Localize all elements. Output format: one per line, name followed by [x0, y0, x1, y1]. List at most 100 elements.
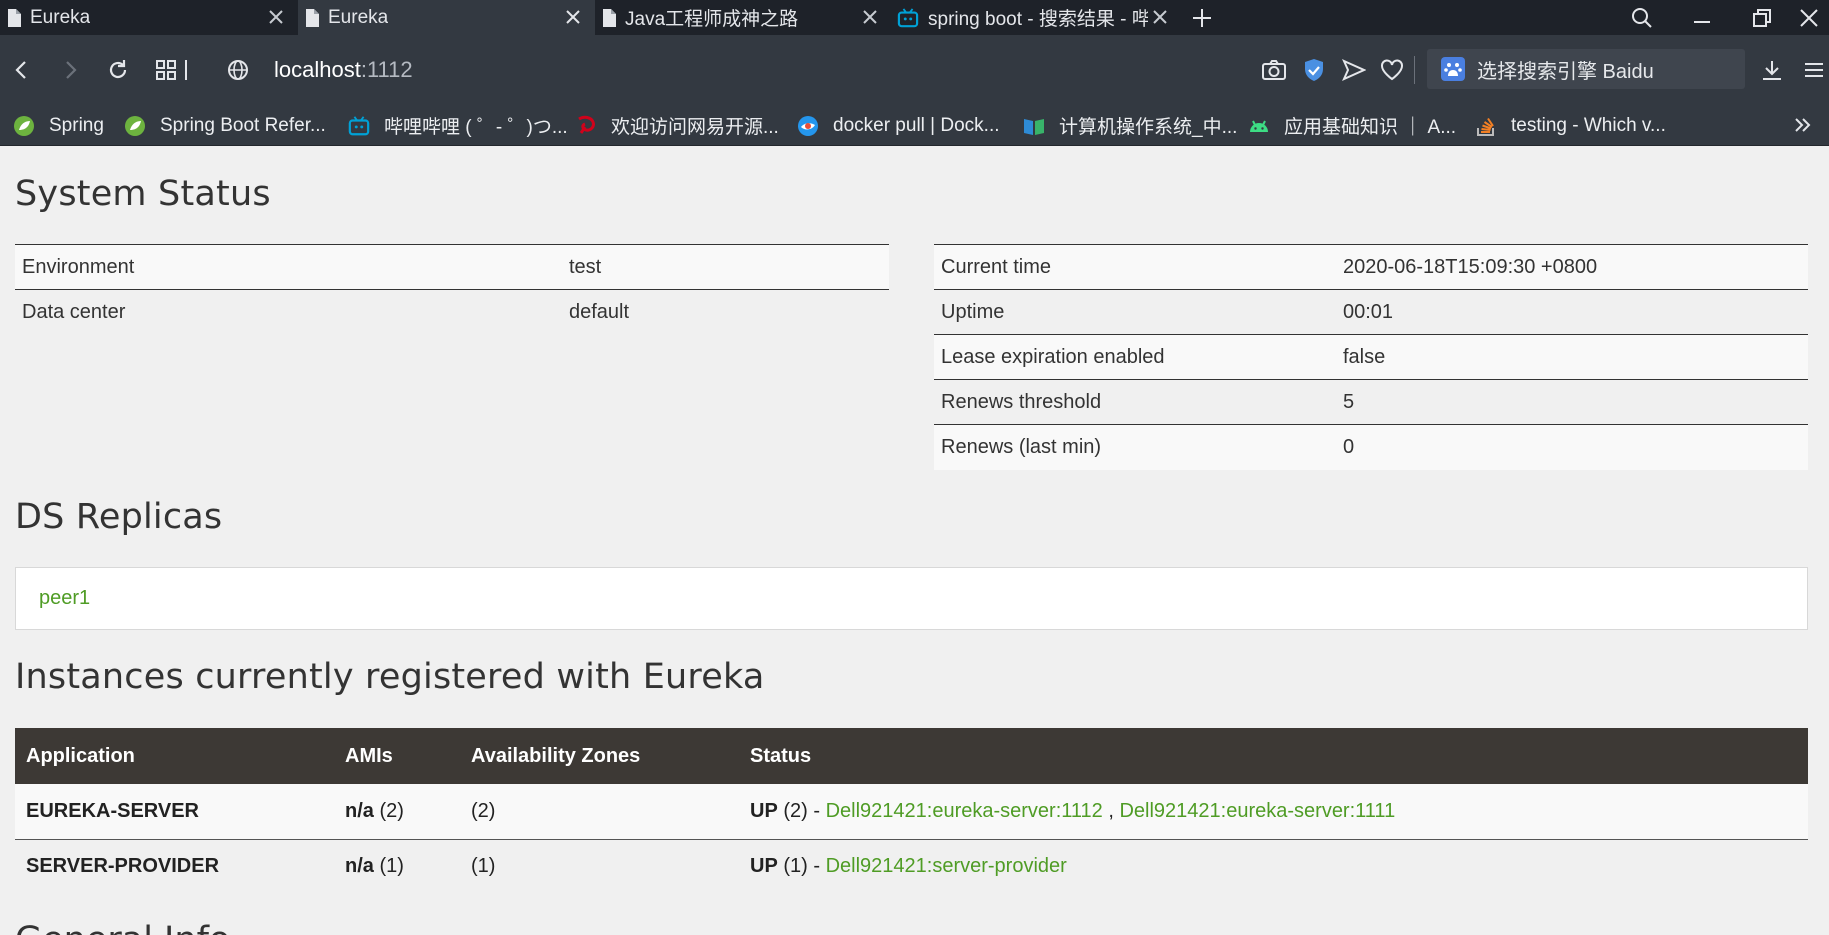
- status-value: 00:01: [1336, 289, 1808, 335]
- bookmark-label: docker pull | Dock...: [833, 114, 1000, 136]
- send-button[interactable]: [1334, 35, 1374, 105]
- search-engine-box[interactable]: 选择搜索引擎 Baidu: [1427, 49, 1745, 89]
- bookmark-label: 应用基础知识 ｜ A...: [1284, 117, 1457, 138]
- amis-value: n/a: [345, 855, 374, 878]
- status-label: Lease expiration enabled: [934, 334, 1336, 380]
- status-label: Data center: [15, 289, 562, 335]
- tab-eureka-1[interactable]: Eureka: [0, 0, 298, 35]
- replica-link-peer1[interactable]: peer1: [39, 587, 90, 610]
- status-label: Current time: [934, 244, 1336, 290]
- bilibili-icon: [348, 115, 370, 135]
- close-window-button[interactable]: [1789, 0, 1829, 35]
- reload-icon: [109, 60, 127, 79]
- column-header: Application: [15, 728, 334, 784]
- bookmark-label: Spring: [49, 114, 104, 136]
- bookmark-label: 哔哩哔哩 ( ゜- ゜)つ...: [384, 117, 568, 138]
- close-icon[interactable]: [266, 7, 286, 27]
- menu-button[interactable]: [1797, 35, 1829, 105]
- chevron-double-right-icon[interactable]: [1791, 113, 1815, 137]
- bookmark-bilibili[interactable]: 哔哩哔哩 ( ゜- ゜)つ...: [348, 105, 568, 146]
- status-label: Renews threshold: [934, 379, 1336, 425]
- plus-icon: [1193, 8, 1211, 27]
- amis-cell: n/a (1): [334, 839, 460, 894]
- table-row: Lease expiration enabled false: [934, 334, 1808, 380]
- bookmark-spring[interactable]: Spring: [13, 105, 104, 146]
- new-tab-button[interactable]: [1182, 0, 1222, 35]
- tab-search-button[interactable]: [1617, 0, 1667, 35]
- bookmark-os-book[interactable]: 计算机操作系统_中...: [1023, 105, 1237, 146]
- link-separator: ,: [1102, 799, 1120, 822]
- spring-icon: [125, 115, 145, 136]
- back-button[interactable]: [2, 35, 42, 105]
- instances-title: Instances currently registered with Eure…: [15, 657, 765, 697]
- zones-cell: (1): [460, 839, 739, 894]
- send-icon: [1342, 59, 1366, 81]
- tab-bar: Eureka Eureka Java工程师成神之路 spring boot - …: [0, 0, 1829, 35]
- url-field[interactable]: localhost:1112: [274, 57, 413, 83]
- status-label: Uptime: [934, 289, 1336, 335]
- table-row: Uptime 00:01: [934, 289, 1808, 335]
- bookmark-netease[interactable]: 欢迎访问网易开源...: [575, 105, 779, 146]
- minimize-icon: [1694, 20, 1710, 23]
- general-info-title: General Info: [15, 920, 230, 935]
- download-button[interactable]: [1752, 35, 1792, 105]
- search-icon: [1632, 7, 1652, 28]
- status-value: 2020-06-18T15:09:30 +0800: [1336, 244, 1808, 290]
- bookmark-android[interactable]: 应用基础知识 ｜ A...: [1248, 105, 1456, 146]
- close-icon: [1800, 8, 1818, 27]
- column-header: Availability Zones: [460, 728, 739, 784]
- page-icon: [8, 8, 21, 27]
- bookmark-docker[interactable]: docker pull | Dock...: [797, 105, 1000, 146]
- book-icon: [1024, 118, 1044, 135]
- bookmark-label: 计算机操作系统_中...: [1059, 117, 1238, 138]
- reload-button[interactable]: [98, 35, 138, 105]
- tab-spring-boot-search[interactable]: spring boot - 搜索结果 - 哔: [892, 0, 1182, 35]
- screenshot-button[interactable]: [1254, 35, 1294, 105]
- instance-link[interactable]: Dell921421:eureka-server:1111: [1119, 800, 1395, 822]
- tab-eureka-2[interactable]: Eureka: [298, 0, 595, 35]
- bookmark-label: 欢迎访问网易开源...: [611, 117, 779, 138]
- separator: [1407, 35, 1421, 105]
- bookmark-label: testing - Which v...: [1511, 114, 1666, 136]
- status-up: UP: [750, 799, 778, 822]
- replicas-panel: peer1: [15, 567, 1808, 630]
- table-header-row: Application AMIs Availability Zones Stat…: [15, 728, 1808, 784]
- bookmark-label: Spring Boot Refer...: [160, 114, 326, 136]
- favorite-button[interactable]: [1372, 35, 1412, 105]
- tab-title: Eureka: [30, 6, 91, 28]
- status-up: UP: [750, 855, 778, 878]
- tab-java[interactable]: Java工程师成神之路: [595, 0, 892, 35]
- forward-button[interactable]: [50, 35, 90, 105]
- tab-title: Java工程师成神之路: [625, 9, 799, 30]
- table-row: Environment test: [15, 244, 889, 290]
- restore-button[interactable]: [1737, 0, 1787, 35]
- instance-link[interactable]: Dell921421:server-provider: [826, 855, 1067, 877]
- bookmark-stackoverflow[interactable]: testing - Which v...: [1475, 105, 1666, 146]
- instance-link[interactable]: Dell921421:eureka-server:1112: [826, 800, 1103, 822]
- close-icon[interactable]: [1150, 7, 1170, 27]
- status-value: test: [562, 244, 889, 290]
- url-port: :1112: [360, 57, 413, 82]
- site-info-button[interactable]: [218, 35, 258, 105]
- minimize-button[interactable]: [1677, 0, 1727, 35]
- docker-icon: [798, 115, 818, 136]
- status-count: (2) -: [777, 799, 826, 822]
- security-button[interactable]: [1294, 35, 1334, 105]
- shield-check-icon: [1305, 59, 1323, 81]
- bookmark-spring-boot-reference[interactable]: Spring Boot Refer...: [124, 105, 326, 146]
- search-engine-label: 选择搜索引擎 Baidu: [1477, 60, 1654, 83]
- table-row: SERVER-PROVIDER n/a (1) (1) UP (1) - Del…: [15, 839, 1808, 894]
- application-name: EUREKA-SERVER: [15, 784, 334, 840]
- status-count: (1) -: [777, 855, 826, 878]
- server-status-table: Current time 2020-06-18T15:09:30 +0800 U…: [934, 244, 1808, 470]
- close-icon[interactable]: [563, 7, 583, 27]
- amis-value: n/a: [345, 799, 374, 822]
- close-icon[interactable]: [860, 7, 880, 27]
- status-value: false: [1336, 334, 1808, 380]
- bilibili-icon: [897, 7, 919, 27]
- system-status-title: System Status: [15, 174, 271, 214]
- amis-cell: n/a (2): [334, 784, 460, 840]
- separator: [178, 35, 194, 105]
- table-row: Renews (last min) 0: [934, 424, 1808, 470]
- amis-count: (2): [373, 799, 404, 822]
